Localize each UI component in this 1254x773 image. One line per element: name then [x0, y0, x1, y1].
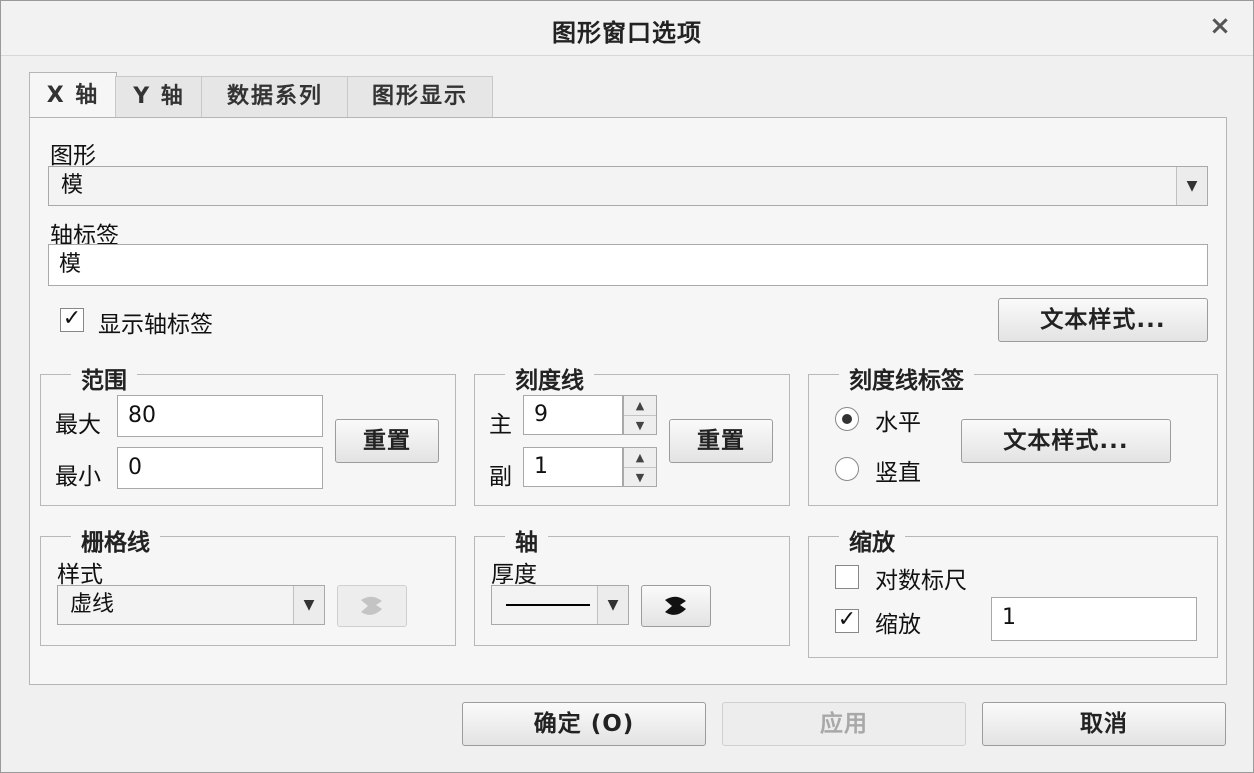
ok-button[interactable]: 确定 (O) — [462, 702, 706, 746]
cancel-button[interactable]: 取消 — [982, 702, 1226, 746]
line-thickness-preview — [506, 604, 590, 606]
tab-y-axis[interactable]: Y 轴 — [115, 76, 203, 117]
max-input[interactable]: 80 — [117, 395, 323, 437]
text-style-button[interactable]: 文本样式... — [998, 298, 1208, 342]
minor-label: 副 — [489, 464, 512, 490]
scale-label: 缩放 — [875, 612, 921, 638]
ticks-group: 刻度线 主 9 ▲ ▼ 副 1 ▲ ▼ 重置 — [474, 361, 790, 506]
graph-select[interactable]: 模 ▼ — [48, 166, 1208, 206]
major-label: 主 — [489, 412, 512, 438]
tab-panel-x-axis: 图形 模 ▼ 轴标签 模 ✓ 显示轴标签 文本样式... 范围 最大 80 最小… — [29, 117, 1227, 685]
show-axis-label-checkbox[interactable]: ✓ — [60, 308, 84, 332]
grid-style-value: 虚线 — [70, 592, 115, 617]
grid-lines-group-title: 栅格线 — [71, 523, 160, 557]
thickness-select[interactable]: ▼ — [491, 585, 629, 625]
tab-data-series-label: 数据系列 — [226, 84, 323, 109]
close-icon[interactable]: × — [1205, 11, 1235, 41]
grid-style-select[interactable]: 虚线 ▼ — [57, 585, 325, 625]
graph-select-value: 模 — [61, 173, 84, 198]
tab-data-series[interactable]: 数据系列 — [201, 76, 349, 117]
ticks-group-title: 刻度线 — [505, 361, 594, 395]
tab-x-axis-label: X 轴 — [46, 83, 100, 108]
grid-style-label: 样式 — [57, 562, 103, 588]
range-group-title: 范围 — [71, 361, 137, 395]
spin-up-icon[interactable]: ▲ — [624, 448, 656, 468]
scale-group-title: 缩放 — [839, 523, 905, 557]
graph-label: 图形 — [50, 143, 96, 169]
axis-label-input[interactable]: 模 — [48, 244, 1208, 286]
spin-down-icon[interactable]: ▼ — [624, 468, 656, 487]
horizontal-label: 水平 — [875, 410, 921, 436]
title-bar[interactable]: 图形窗口选项 × — [1, 1, 1253, 56]
log-scale-checkbox[interactable] — [835, 565, 859, 589]
axis-group: 轴 厚度 ▼ — [474, 523, 790, 646]
tick-labels-text-style-button[interactable]: 文本样式... — [961, 419, 1171, 463]
apply-button[interactable]: 应用 — [722, 702, 966, 746]
min-label: 最小 — [55, 464, 101, 490]
minor-ticks-spinner[interactable]: ▲ ▼ — [623, 447, 657, 487]
chevron-down-icon: ▼ — [293, 586, 324, 624]
color-palette-icon — [361, 596, 382, 615]
max-label: 最大 — [55, 412, 101, 438]
axis-color-button[interactable] — [641, 585, 711, 627]
major-ticks-spinner[interactable]: ▲ ▼ — [623, 395, 657, 435]
scale-group: 缩放 对数标尺 ✓ 缩放 1 — [808, 523, 1218, 658]
spin-up-icon[interactable]: ▲ — [624, 396, 656, 416]
thickness-label: 厚度 — [491, 562, 537, 588]
vertical-label: 竖直 — [875, 460, 921, 486]
log-scale-label: 对数标尺 — [875, 568, 967, 594]
axis-group-title: 轴 — [505, 523, 548, 557]
graph-window-options-dialog: 图形窗口选项 × X 轴 Y 轴 数据系列 图形显示 图形 模 ▼ 轴标签 模 … — [0, 0, 1254, 773]
dialog-title: 图形窗口选项 — [552, 19, 702, 47]
grid-color-button[interactable] — [337, 585, 407, 627]
horizontal-radio[interactable] — [835, 407, 859, 431]
range-group: 范围 最大 80 最小 0 重置 — [40, 361, 456, 506]
tab-y-axis-label: Y 轴 — [133, 84, 185, 109]
spin-down-icon[interactable]: ▼ — [624, 416, 656, 435]
color-palette-icon — [665, 596, 686, 615]
ticks-reset-button[interactable]: 重置 — [669, 419, 773, 463]
chevron-down-icon: ▼ — [1176, 167, 1207, 205]
tab-x-axis[interactable]: X 轴 — [29, 72, 117, 119]
major-ticks-input[interactable]: 9 — [523, 395, 623, 435]
scale-checkbox[interactable]: ✓ — [835, 609, 859, 633]
vertical-radio[interactable] — [835, 457, 859, 481]
scale-input[interactable]: 1 — [991, 597, 1197, 641]
tick-labels-group-title: 刻度线标签 — [839, 361, 974, 395]
grid-lines-group: 栅格线 样式 虚线 ▼ — [40, 523, 456, 646]
tab-graph-display-label: 图形显示 — [371, 84, 468, 109]
tick-labels-group: 刻度线标签 水平 竖直 文本样式... — [808, 361, 1218, 506]
min-input[interactable]: 0 — [117, 447, 323, 489]
show-axis-label-text: 显示轴标签 — [98, 312, 213, 338]
tab-graph-display[interactable]: 图形显示 — [347, 76, 493, 117]
chevron-down-icon: ▼ — [597, 586, 628, 624]
minor-ticks-input[interactable]: 1 — [523, 447, 623, 487]
range-reset-button[interactable]: 重置 — [335, 419, 439, 463]
